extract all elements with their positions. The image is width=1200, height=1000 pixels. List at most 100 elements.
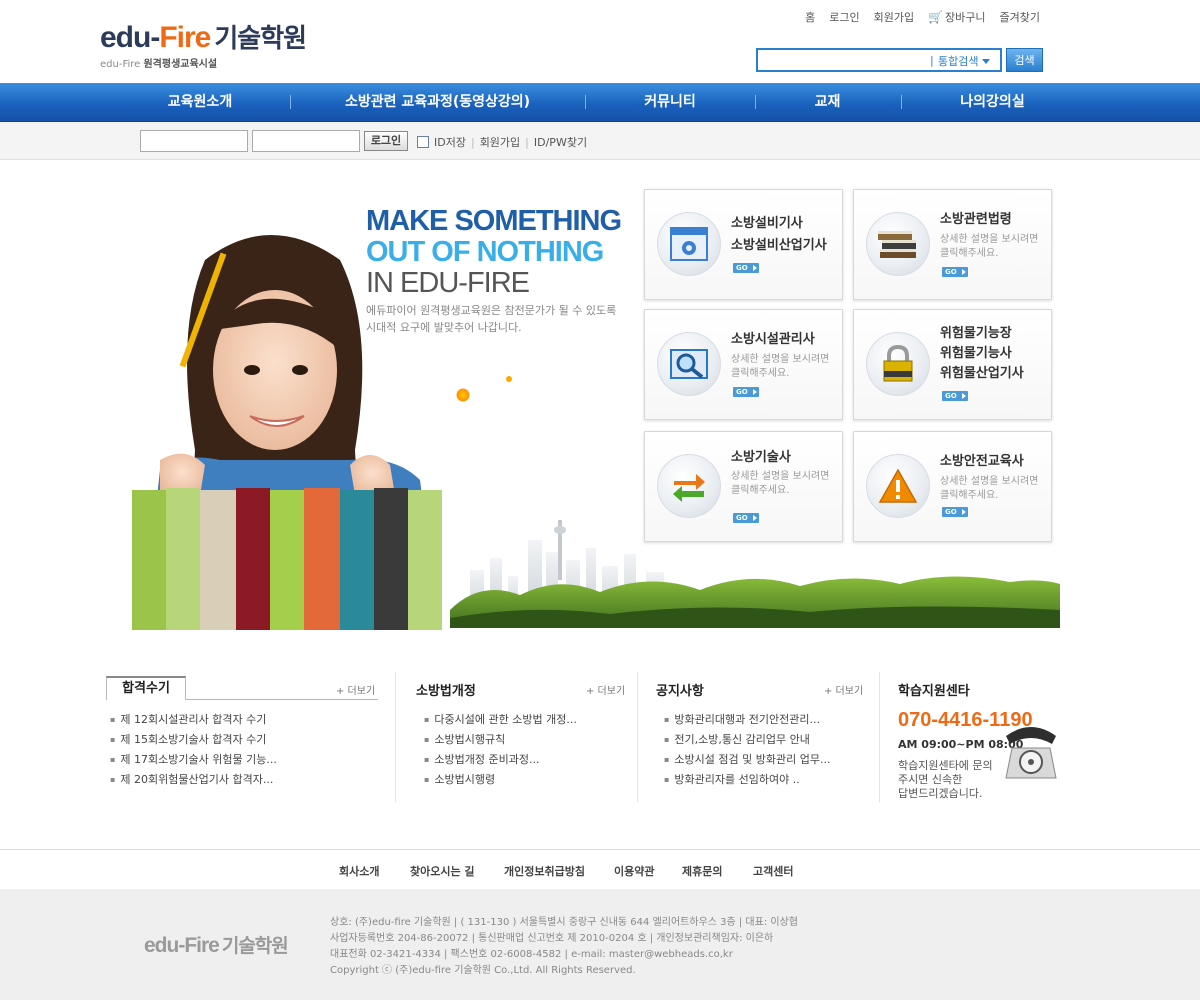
course-card-safety-education[interactable]: 소방안전교육사 상세한 설명을 보시려면 클릭해주세요. GO bbox=[853, 431, 1052, 542]
card-title: 소방시설관리사 bbox=[731, 332, 815, 347]
support-title: 학습지원센타 bbox=[898, 684, 970, 699]
list-item[interactable]: 다중시설에 관한 소방법 개정... bbox=[424, 710, 576, 730]
logo-subtitle: edu-Fire 원격평생교육시설 bbox=[100, 55, 306, 70]
card-description: 상세한 설명을 보시려면 bbox=[731, 471, 830, 482]
go-button[interactable]: GO bbox=[733, 513, 759, 523]
nav-about[interactable]: 교육원소개 bbox=[130, 83, 270, 122]
law-list: 다중시설에 관한 소방법 개정... 소방법시행규칙 소방법개정 준비과정...… bbox=[424, 710, 577, 790]
card-title: 소방설비기사 bbox=[731, 216, 803, 231]
search-scope-select[interactable]: 통합검색 bbox=[938, 53, 991, 69]
nav-community[interactable]: 커뮤니티 bbox=[615, 83, 725, 122]
card-description: 클릭해주세요. bbox=[731, 485, 790, 496]
nav-courses[interactable]: 소방관련 교육과정(동영상강의) bbox=[330, 83, 545, 122]
find-id-pw-link[interactable]: ID/PW찾기 bbox=[534, 134, 587, 150]
list-item[interactable]: 방화관리대행과 전기안전관리... bbox=[664, 710, 830, 730]
more-link[interactable]: + 더보기 bbox=[336, 682, 375, 697]
login-button[interactable]: 로그인 bbox=[364, 131, 408, 151]
search-button[interactable]: 검색 bbox=[1006, 48, 1043, 72]
course-card-facility-manager[interactable]: 소방시설관리사 상세한 설명을 보시려면 클릭해주세요. GO bbox=[644, 309, 843, 420]
go-button[interactable]: GO bbox=[942, 507, 968, 517]
list-item[interactable]: 제 20회위험물산업기사 합격자... bbox=[110, 770, 277, 790]
board-section: 합격수기 + 더보기 제 12회시설관리사 합격자 수기 제 15회소방기술사 … bbox=[106, 672, 1058, 802]
card-icon-circle bbox=[866, 212, 930, 276]
divider: | bbox=[525, 135, 529, 149]
search-box: | 통합검색 bbox=[756, 48, 1002, 72]
list-item[interactable]: 소방법개정 준비과정... bbox=[424, 750, 577, 770]
card-icon-circle bbox=[866, 454, 930, 518]
company-info-line: 상호: (주)edu-fire 기술학원 | ( 131-130 ) 서울특별시… bbox=[330, 917, 798, 928]
card-title: 소방설비산업기사 bbox=[731, 238, 827, 253]
card-icon-circle bbox=[657, 332, 721, 396]
nav-divider bbox=[585, 95, 586, 109]
course-card-hazardous-material[interactable]: 위험물기능장 위험물기능사 위험물산업기사 GO bbox=[853, 309, 1052, 420]
footer-link-privacy[interactable]: 개인정보취급방침 bbox=[504, 863, 585, 879]
footer-link-customer-center[interactable]: 고객센터 bbox=[753, 863, 793, 879]
lock-icon bbox=[883, 344, 913, 382]
login-id-input[interactable] bbox=[140, 130, 248, 152]
course-card-fire-law[interactable]: 소방관련법령 상세한 설명을 보시려면 클릭해주세요. GO bbox=[853, 189, 1052, 300]
nav-divider bbox=[755, 95, 756, 109]
company-info-line: 대표전화 02-3421-4334 | 팩스번호 02-6008-4582 | … bbox=[330, 949, 733, 960]
nav-textbook[interactable]: 교재 bbox=[785, 83, 870, 122]
card-description: 클릭해주세요. bbox=[940, 248, 999, 259]
footer-link-directions[interactable]: 찾아오시는 길 bbox=[410, 863, 475, 879]
list-item[interactable]: 소방법시행규칙 bbox=[424, 730, 577, 750]
board-pass-reviews: 합격수기 + 더보기 제 12회시설관리사 합격자 수기 제 15회소방기술사 … bbox=[106, 672, 378, 802]
list-item[interactable]: 제 12회시설관리사 합격자 수기 bbox=[110, 710, 277, 730]
notice-list: 방화관리대행과 전기안전관리... 전기,소방,통신 감리업무 안내 소방시설 … bbox=[664, 710, 830, 790]
nav-divider bbox=[290, 95, 291, 109]
footer-logo-korean: 기술학원 bbox=[221, 935, 289, 957]
join-link[interactable]: 회원가입 bbox=[480, 134, 520, 150]
site-logo[interactable]: edu-Fire 기술학원 edu-Fire 원격평생교육시설 bbox=[100, 20, 307, 70]
course-card-fire-engineer[interactable]: 소방기술사 상세한 설명을 보시려면 클릭해주세요. GO bbox=[644, 431, 843, 542]
footer-logo-text: edu-Fire bbox=[144, 934, 220, 957]
list-item[interactable]: 소방시설 점검 및 방화관리 업무... bbox=[664, 750, 830, 770]
card-description: 상세한 설명을 보시려면 bbox=[940, 234, 1039, 245]
topnav-login[interactable]: 로그인 bbox=[829, 9, 859, 25]
support-description-line: 답변드리겠습니다. bbox=[898, 787, 983, 800]
course-card-fire-facility[interactable]: 소방설비기사 소방설비산업기사 GO bbox=[644, 189, 843, 300]
footer-link-terms[interactable]: 이용약관 bbox=[614, 863, 654, 879]
card-title: 소방기술사 bbox=[731, 450, 791, 465]
topnav-home[interactable]: 홈 bbox=[805, 9, 815, 25]
company-info-line: 사업자등록번호 204-86-20072 | 통신판매업 신고번호 제 2010… bbox=[330, 933, 774, 944]
logo-korean-text: 기술학원 bbox=[214, 24, 307, 54]
search-input[interactable] bbox=[762, 50, 930, 70]
cart-icon: 🛒 bbox=[928, 10, 944, 24]
more-link[interactable]: + 더보기 bbox=[586, 682, 625, 697]
login-links: ID저장 | 회원가입 | ID/PW찾기 bbox=[417, 134, 587, 150]
board-law-revision: 소방법개정 + 더보기 다중시설에 관한 소방법 개정... 소방법시행규칙 소… bbox=[416, 672, 626, 802]
footer: edu-Fire 기술학원 상호: (주)edu-fire 기술학원 | ( 13… bbox=[0, 889, 1200, 1000]
card-title: 위험물산업기사 bbox=[940, 366, 1024, 381]
footer-link-company[interactable]: 회사소개 bbox=[339, 863, 379, 879]
tagline-line-2: OUT OF NOTHING bbox=[366, 236, 604, 268]
footer-link-partnership[interactable]: 제휴문의 bbox=[682, 863, 722, 879]
tagline-line-3: IN EDU-FIRE bbox=[366, 267, 530, 299]
login-password-input[interactable] bbox=[252, 130, 360, 152]
topnav-join[interactable]: 회원가입 bbox=[874, 9, 914, 25]
card-title: 소방안전교육사 bbox=[940, 454, 1024, 469]
list-item[interactable]: 소방법시행령 bbox=[424, 770, 577, 790]
go-button[interactable]: GO bbox=[942, 391, 968, 401]
hero-tagline: MAKE SOMETHING OUT OF NOTHING IN EDU-FIR… bbox=[366, 206, 622, 299]
top-utility-nav: 홈 로그인 회원가입 🛒 장바구니 즐겨찾기 bbox=[805, 9, 1040, 25]
nav-my-classroom[interactable]: 나의강의실 bbox=[935, 83, 1050, 122]
save-id-checkbox[interactable] bbox=[417, 136, 429, 148]
login-bar: 로그인 ID저장 | 회원가입 | ID/PW찾기 bbox=[0, 122, 1200, 160]
topnav-cart[interactable]: 🛒 장바구니 bbox=[928, 9, 985, 25]
warning-icon bbox=[878, 468, 918, 503]
go-button[interactable]: GO bbox=[733, 387, 759, 397]
list-item[interactable]: 방화관리자를 선임하여야 .. bbox=[664, 770, 830, 790]
list-item[interactable]: 제 17회소방기술사 위험물 기능... bbox=[110, 750, 276, 770]
list-item[interactable]: 전기,소방,통신 감리업무 안내 bbox=[664, 730, 830, 750]
list-item[interactable]: 제 15회소방기술사 합격자 수기 bbox=[110, 730, 277, 750]
logo-subtitle-kr: 원격평생교육시설 bbox=[143, 59, 218, 70]
save-id-label[interactable]: ID저장 bbox=[434, 134, 466, 150]
tab-pass-reviews[interactable]: 합격수기 bbox=[106, 676, 186, 700]
more-link[interactable]: + 더보기 bbox=[824, 682, 863, 697]
go-button[interactable]: GO bbox=[733, 263, 759, 273]
topnav-bookmark[interactable]: 즐겨찾기 bbox=[1000, 9, 1040, 25]
go-button[interactable]: GO bbox=[942, 267, 968, 277]
card-icon-circle bbox=[657, 454, 721, 518]
card-title: 소방관련법령 bbox=[940, 212, 1012, 227]
